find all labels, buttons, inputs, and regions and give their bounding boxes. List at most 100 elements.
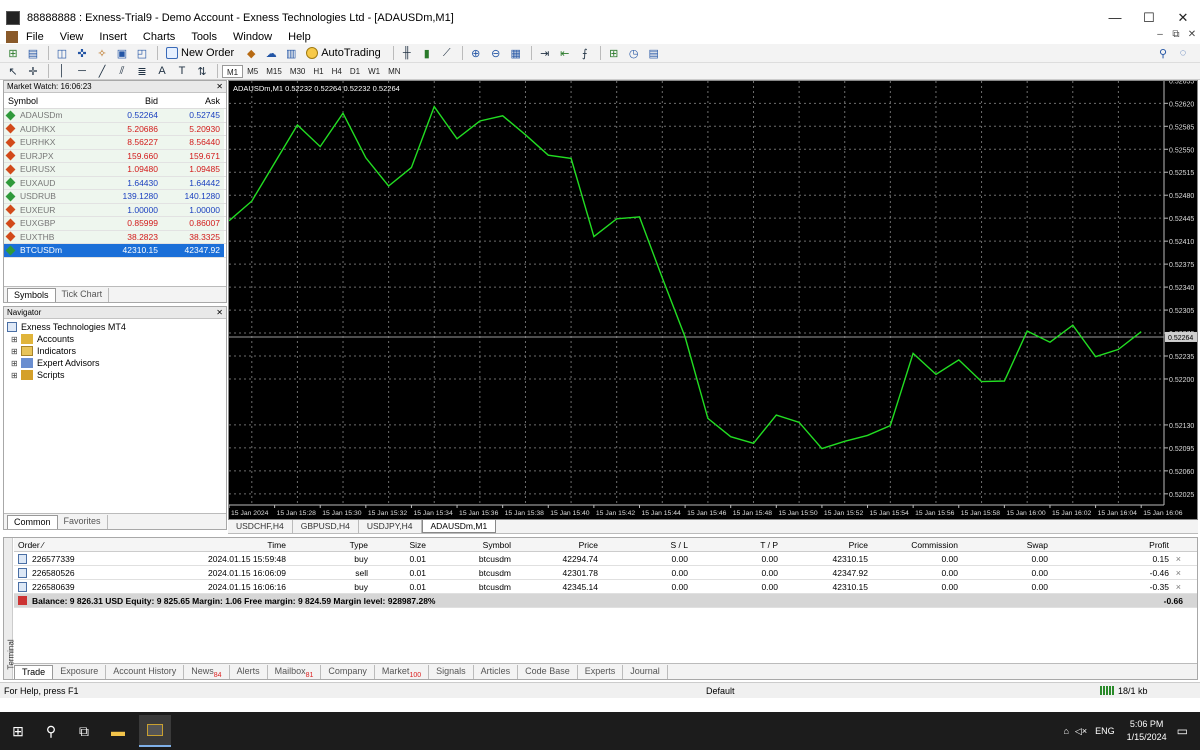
chart-tab-adausdm[interactable]: ADAUSDm,M1 — [421, 520, 497, 533]
text-label-icon[interactable]: T — [173, 63, 191, 79]
trendline-icon[interactable]: ╱ — [93, 63, 111, 79]
tab-tick-chart[interactable]: Tick Chart — [56, 288, 110, 302]
tab-favorites[interactable]: Favorites — [58, 515, 108, 529]
column-size[interactable]: Size — [372, 540, 430, 550]
terminal-tab-trade[interactable]: Trade — [14, 665, 54, 679]
column-swap[interactable]: Swap — [962, 540, 1052, 550]
terminal-tab-mailbox[interactable]: Mailbox81 — [268, 665, 322, 679]
terminal-tab-news[interactable]: News84 — [184, 665, 230, 679]
indicators-list-icon[interactable]: ⊞ — [605, 45, 623, 61]
terminal-tab-company[interactable]: Company — [321, 665, 375, 679]
market-watch-row[interactable]: EUXEUR 1.00000 1.00000 — [4, 203, 226, 217]
close-button[interactable]: ✕ — [1166, 7, 1200, 29]
menu-view[interactable]: View — [52, 31, 92, 43]
channel-icon[interactable]: ⫽ — [113, 63, 131, 79]
text-icon[interactable]: A — [153, 63, 171, 79]
fibonacci-icon[interactable]: ≣ — [133, 63, 151, 79]
timeframe-m5[interactable]: M5 — [243, 65, 262, 78]
menu-file[interactable]: File — [18, 31, 52, 43]
terminal-tab-code-base[interactable]: Code Base — [518, 665, 578, 679]
templates-icon[interactable]: ▤ — [645, 45, 663, 61]
search-icon[interactable]: ⚲ — [41, 721, 61, 741]
terminal-tab-market[interactable]: Market100 — [375, 665, 430, 679]
horizontal-line-icon[interactable]: ─ — [73, 63, 91, 79]
column-sl[interactable]: S / L — [602, 540, 692, 550]
market-watch-row[interactable]: AUDHKX 5.20686 5.20930 — [4, 122, 226, 136]
expand-icon[interactable]: ⊞ — [11, 335, 19, 344]
market-watch-row[interactable]: USDRUB 139.1280 140.1280 — [4, 190, 226, 204]
close-order-icon[interactable]: × — [1176, 554, 1181, 564]
timeframe-mn[interactable]: MN — [384, 65, 404, 78]
column-order[interactable]: Order ∕ — [14, 540, 122, 550]
timeframe-h4[interactable]: H4 — [328, 65, 346, 78]
task-view-icon[interactable]: ⧉ — [74, 721, 94, 741]
windows-start-icon[interactable]: ⊞ — [8, 721, 28, 741]
arrows-icon[interactable]: ⇅ — [193, 63, 211, 79]
tree-item-scripts[interactable]: ⊞ Scripts — [7, 369, 223, 381]
bar-chart-icon[interactable]: ╫ — [398, 45, 416, 61]
menu-insert[interactable]: Insert — [91, 31, 135, 43]
terminal-tab-alerts[interactable]: Alerts — [230, 665, 268, 679]
metatrader-taskbar-button[interactable] — [139, 715, 171, 747]
column-price[interactable]: Price — [515, 540, 602, 550]
new-chart-icon[interactable]: ⊞ — [4, 45, 22, 61]
auto-scroll-icon[interactable]: ⇥ — [536, 45, 554, 61]
minimize-button[interactable]: — — [1098, 7, 1132, 29]
search-icon[interactable]: ⚲ — [1154, 45, 1172, 61]
menu-tools[interactable]: Tools — [183, 31, 225, 43]
menu-help[interactable]: Help — [280, 31, 319, 43]
timeframe-m30[interactable]: M30 — [286, 65, 310, 78]
navigator-icon[interactable]: ✧ — [93, 45, 111, 61]
timeframe-m1[interactable]: M1 — [222, 64, 244, 78]
timeframe-w1[interactable]: W1 — [364, 65, 384, 78]
tree-item-accounts[interactable]: ⊞ Accounts — [7, 333, 223, 345]
terminal-tab-account-history[interactable]: Account History — [106, 665, 185, 679]
market-watch-row[interactable]: BTCUSDm 42310.15 42347.92 — [4, 244, 226, 258]
column-time[interactable]: Time — [122, 540, 290, 550]
column-symbol[interactable]: Symbol — [430, 540, 515, 550]
expand-icon[interactable]: ⊞ — [11, 347, 19, 356]
close-order-icon[interactable]: × — [1176, 582, 1181, 592]
tile-windows-icon[interactable]: ▦ — [507, 45, 525, 61]
expand-icon[interactable]: ⊞ — [11, 371, 19, 380]
notifications-icon[interactable]: ▭ — [1177, 724, 1188, 738]
indicators-icon[interactable]: ⨍ — [576, 45, 594, 61]
timeframe-h1[interactable]: H1 — [309, 65, 327, 78]
zoom-out-icon[interactable]: ⊖ — [487, 45, 505, 61]
chart-tab-usdjpy[interactable]: USDJPY,H4 — [359, 520, 422, 533]
timeframe-m15[interactable]: M15 — [262, 65, 286, 78]
data-window-icon[interactable]: ✜ — [73, 45, 91, 61]
tree-item-expert-advisors[interactable]: ⊞ Expert Advisors — [7, 357, 223, 369]
zoom-in-icon[interactable]: ⊕ — [467, 45, 485, 61]
cursor-icon[interactable]: ↖ — [4, 63, 22, 79]
column-ask[interactable]: Ask — [162, 96, 224, 106]
terminal-tab-signals[interactable]: Signals — [429, 665, 474, 679]
column-commission[interactable]: Commission — [872, 540, 962, 550]
status-connection[interactable]: 18/1 kb — [1100, 686, 1148, 696]
column-bid[interactable]: Bid — [99, 96, 162, 106]
market-watch-row[interactable]: EURHKX 8.56227 8.56440 — [4, 136, 226, 150]
clock[interactable]: 5:06 PM 1/15/2024 — [1127, 718, 1167, 744]
column-profit[interactable]: Profit — [1052, 540, 1183, 550]
column-symbol[interactable]: Symbol — [4, 96, 99, 106]
close-icon[interactable]: ✕ — [216, 82, 223, 91]
market-watch-row[interactable]: EUXAUD 1.64430 1.64442 — [4, 176, 226, 190]
line-chart-icon[interactable]: ⟋ — [438, 45, 456, 61]
autotrading-button[interactable]: AutoTrading — [302, 45, 385, 61]
terminal-tab-articles[interactable]: Articles — [474, 665, 519, 679]
market-watch-row[interactable]: EUXGBP 0.85999 0.86007 — [4, 217, 226, 231]
market-watch-row[interactable]: EURJPX 159.660 159.671 — [4, 149, 226, 163]
volume-icon[interactable]: ◁× — [1075, 726, 1087, 737]
status-profile[interactable]: Default — [706, 686, 735, 696]
strategy-tester-icon[interactable]: ◰ — [133, 45, 151, 61]
table-row[interactable]: 226580526 2024.01.15 16:06:09 sell 0.01 btcu… — [14, 566, 1197, 580]
maximize-button[interactable]: ☐ — [1132, 7, 1166, 29]
menu-charts[interactable]: Charts — [135, 31, 183, 43]
chart-canvas[interactable]: 0.52655 0.52620 0.52585 0.52550 0.52515 0.524… — [229, 81, 1198, 520]
metaeditor-icon[interactable]: ◆ — [242, 45, 260, 61]
file-explorer-icon[interactable]: ▬ — [108, 721, 128, 741]
market-watch-row[interactable]: EUXTHB 38.2823 38.3325 — [4, 230, 226, 244]
terminal-icon[interactable]: ▣ — [113, 45, 131, 61]
signals-icon[interactable]: ☁ — [262, 45, 280, 61]
menu-window[interactable]: Window — [225, 31, 280, 43]
